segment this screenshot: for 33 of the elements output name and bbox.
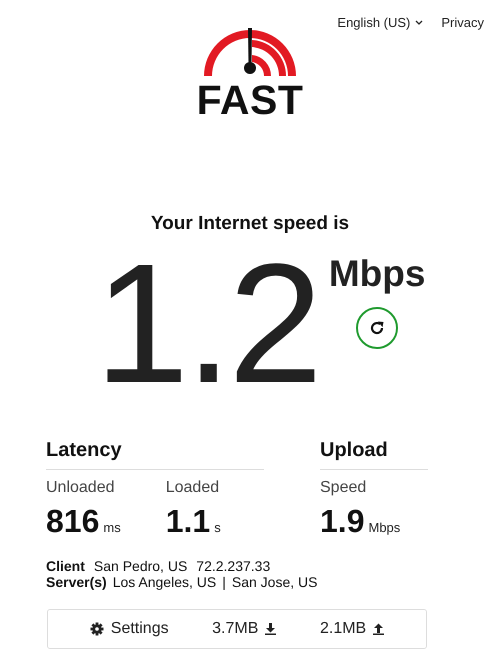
refresh-icon — [368, 319, 386, 337]
logo-wordmark: FAST — [196, 80, 304, 121]
metric-value: 1.1 — [166, 503, 210, 540]
settings-icon — [90, 622, 104, 636]
download-icon — [265, 623, 276, 635]
refresh-button[interactable] — [356, 307, 398, 349]
server-location: Los Angeles, US — [112, 574, 216, 590]
privacy-link[interactable]: Privacy — [441, 15, 484, 30]
client-label: Client — [46, 558, 85, 574]
chevron-down-icon — [415, 20, 424, 26]
metric-unit: s — [214, 520, 221, 535]
server-location: San Jose, US — [232, 574, 318, 590]
separator: | — [222, 574, 226, 590]
upload-size: 2.1MB — [320, 620, 366, 638]
metric-label: Speed — [320, 479, 366, 496]
metric-value: 816 — [46, 503, 100, 540]
client-location: San Pedro, US — [94, 558, 188, 574]
download-size: 3.7MB — [212, 620, 258, 638]
metric-unit: ms — [103, 520, 121, 535]
section-heading: Upload — [320, 439, 428, 470]
metric-unit: Mbps — [368, 520, 400, 535]
speed-value: 1.2 — [94, 239, 319, 409]
section-heading: Latency — [46, 439, 264, 470]
server-label: Server(s) — [46, 574, 107, 590]
speed-title: Your Internet speed is — [150, 213, 350, 235]
upload-icon — [373, 623, 384, 635]
client-ip: 72.2.237.33 — [196, 558, 270, 574]
language-selector[interactable]: English (US) — [337, 15, 424, 30]
settings-button[interactable]: Settings — [90, 620, 169, 638]
metric-value: 1.9 — [320, 503, 364, 540]
metric-label: Unloaded — [46, 479, 114, 496]
speed-unit: Mbps — [328, 253, 426, 295]
metric-label: Loaded — [166, 479, 220, 496]
